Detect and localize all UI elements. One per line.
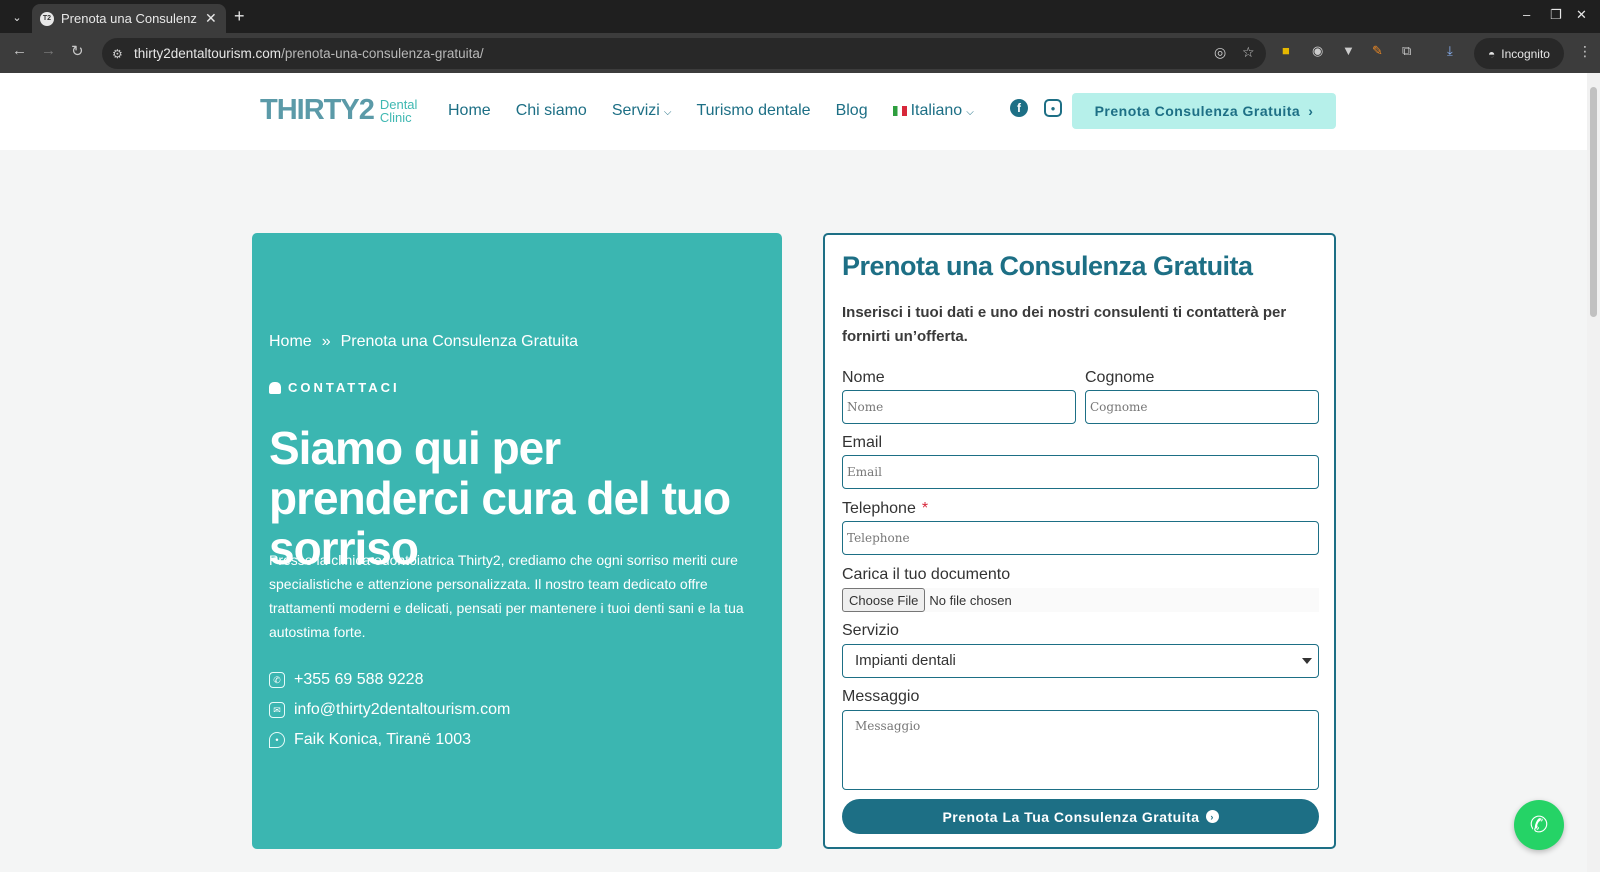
italy-flag-icon <box>892 106 907 116</box>
forward-icon[interactable]: → <box>41 42 56 59</box>
section-kicker: CONTATTACI <box>269 380 400 395</box>
telephone-label-text: Telephone <box>842 500 916 517</box>
browser-tab-strip: ⌄ T2 Prenota una Consulenza Gratuita ✕ +… <box>0 0 1600 33</box>
message-textarea[interactable]: Messaggio <box>842 710 1319 790</box>
nav-dental-tourism[interactable]: Turismo dentale <box>696 102 810 120</box>
whatsapp-icon: ✆ <box>1529 812 1549 837</box>
upload-label: Carica il tuo documento <box>842 566 1011 583</box>
nav-blog[interactable]: Blog <box>836 102 868 120</box>
message-label: Messaggio <box>842 688 920 705</box>
address-bar[interactable]: ⚙ thirty2dentaltourism.com/prenota-una-c… <box>102 38 1266 69</box>
download-icon[interactable]: ⤓ <box>1447 43 1453 59</box>
last-name-input[interactable]: Cognome <box>1085 390 1319 424</box>
arrow-circle-right-icon: › <box>1205 810 1219 823</box>
whatsapp-chat-button[interactable]: ✆ <box>1514 800 1564 850</box>
site-header: THIRTY2 Dental Clinic Home Chi siamo Serv… <box>0 73 1587 150</box>
telephone-label: Telephone * <box>842 500 928 518</box>
file-status: No file chosen <box>929 592 1012 608</box>
close-window-icon[interactable]: ✕ <box>1576 7 1587 23</box>
tab-search-button[interactable]: ⌄ <box>6 6 28 28</box>
dropdown-arrow-icon <box>1302 658 1312 664</box>
chevron-down-icon: ⌵ <box>966 107 974 118</box>
bookmark-star-icon[interactable]: ☆ <box>1242 44 1255 61</box>
mail-icon: ✉ <box>269 702 285 718</box>
instagram-icon[interactable]: ● <box>1044 99 1062 117</box>
url-text: thirty2dentaltourism.com/prenota-una-con… <box>134 46 484 61</box>
form-title: Prenota una Consulenza Gratuita <box>842 251 1253 281</box>
document-upload: Choose File No file chosen <box>842 588 1319 612</box>
new-tab-icon[interactable]: + <box>234 6 245 27</box>
breadcrumb-separator: » <box>321 333 331 350</box>
phone-text: +355 69 588 9228 <box>294 671 424 688</box>
breadcrumb-home[interactable]: Home <box>269 333 312 351</box>
location-pin-icon: • <box>269 732 285 748</box>
chevron-right-icon: › <box>1308 103 1314 119</box>
first-name-label: Nome <box>842 369 885 386</box>
hero-panel: Home » Prenota una Consulenza Gratuita C… <box>252 233 782 849</box>
submit-consultation-button[interactable]: Prenota La Tua Consulenza Gratuita › <box>842 799 1319 834</box>
logo-wordmark: THIRTY2 <box>260 94 375 126</box>
language-switcher[interactable]: Italiano ⌵ <box>892 102 974 120</box>
restore-window-icon[interactable]: ❐ <box>1550 7 1562 23</box>
browser-menu-icon[interactable]: ⋮ <box>1578 43 1592 60</box>
service-select[interactable]: Impianti dentali <box>842 644 1319 678</box>
extension-wallet-icon[interactable]: ■ <box>1282 43 1290 58</box>
kicker-label: CONTATTACI <box>288 380 400 395</box>
site-logo[interactable]: THIRTY2 Dental Clinic <box>260 94 417 127</box>
nav-home[interactable]: Home <box>448 102 491 120</box>
main-nav: Home Chi siamo Servizi ⌵ Turismo dentale … <box>448 102 999 120</box>
telephone-input[interactable]: Telephone <box>842 521 1319 555</box>
tooth-icon <box>269 381 281 394</box>
phone-icon: ✆ <box>269 672 285 688</box>
email-text: info@thirty2dentaltourism.com <box>294 701 511 718</box>
nav-services[interactable]: Servizi ⌵ <box>612 102 672 120</box>
close-tab-icon[interactable]: ✕ <box>205 10 217 27</box>
nav-about[interactable]: Chi siamo <box>516 102 587 120</box>
scrollbar-thumb[interactable] <box>1590 87 1597 317</box>
header-cta-label: Prenota Consulenza Gratuita <box>1094 103 1301 119</box>
service-selected-value: Impianti dentali <box>855 652 956 669</box>
nav-services-label: Servizi <box>611 102 660 119</box>
form-intro: Inserisci i tuoi dati e uno dei nostri c… <box>842 304 1287 345</box>
header-book-consultation-button[interactable]: Prenota Consulenza Gratuita › <box>1072 93 1336 129</box>
reload-icon[interactable]: ↻ <box>71 42 84 60</box>
breadcrumb-current: Prenota una Consulenza Gratuita <box>340 333 579 350</box>
first-name-input[interactable]: Nome <box>842 390 1076 424</box>
browser-toolbar: ← → ↻ ⚙ thirty2dentaltourism.com/prenota… <box>0 33 1600 73</box>
minimize-window-icon[interactable]: – <box>1523 7 1530 22</box>
chevron-down-icon: ⌵ <box>663 107 672 118</box>
contact-address: • Faik Konica, Tiranë 1003 <box>269 731 471 749</box>
back-icon[interactable]: ← <box>12 42 27 59</box>
email-input[interactable]: Email <box>842 455 1319 489</box>
extension-camera-icon[interactable]: ◉ <box>1312 43 1323 59</box>
tab-title: Prenota una Consulenza Gratuita <box>61 11 197 26</box>
incognito-label: Incognito <box>1501 46 1550 61</box>
language-label: Italiano <box>910 102 963 119</box>
extension-v-icon[interactable]: ▼ <box>1342 43 1355 58</box>
service-label: Servizio <box>842 622 899 639</box>
site-info-icon[interactable]: ⚙ <box>112 47 126 61</box>
contact-phone[interactable]: ✆ +355 69 588 9228 <box>269 671 423 689</box>
facebook-icon[interactable]: f <box>1010 99 1028 117</box>
incognito-indicator[interactable]: ◓ Incognito <box>1474 38 1564 69</box>
site-favicon-icon: T2 <box>40 11 54 26</box>
breadcrumb: Home » Prenota una Consulenza Gratuita <box>269 333 578 351</box>
logo-subtitle: Dental Clinic <box>379 96 418 125</box>
page-scrollbar[interactable] <box>1587 73 1600 872</box>
email-label: Email <box>842 434 883 451</box>
eye-off-icon[interactable]: ◎ <box>1214 44 1226 61</box>
submit-label: Prenota La Tua Consulenza Gratuita <box>942 808 1200 825</box>
address-text: Faik Konica, Tiranë 1003 <box>294 731 471 748</box>
extension-pen-icon[interactable]: ✎ <box>1372 43 1383 59</box>
hero-description: Presso la clinica odontoiatrica Thirty2,… <box>269 552 744 640</box>
consultation-form-card: Prenota una Consulenza Gratuita Inserisc… <box>823 233 1336 849</box>
contact-email[interactable]: ✉ info@thirty2dentaltourism.com <box>269 701 510 719</box>
incognito-icon: ◓ <box>1488 46 1496 61</box>
browser-tab-active[interactable]: T2 Prenota una Consulenza Gratuita ✕ <box>32 4 226 33</box>
extensions-puzzle-icon[interactable]: ⧉ <box>1402 43 1411 59</box>
choose-file-button[interactable]: Choose File <box>842 588 926 612</box>
required-marker: * <box>921 500 929 517</box>
last-name-label: Cognome <box>1085 369 1155 386</box>
